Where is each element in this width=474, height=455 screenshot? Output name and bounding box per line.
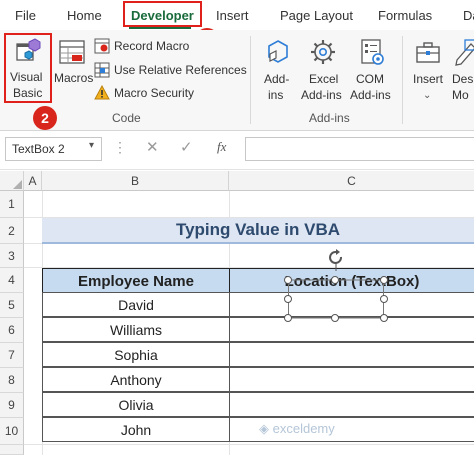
watermark-logo-icon: ◈	[259, 421, 273, 436]
table-row-employee: David	[42, 292, 230, 317]
group-separator	[402, 36, 403, 124]
com-add-ins-button[interactable]: COM Add-ins	[349, 35, 395, 105]
table-row-employee: Anthony	[42, 367, 230, 392]
design-mode-icon	[455, 39, 474, 66]
table-header-employee-name: Employee Name	[42, 268, 230, 293]
resize-handle[interactable]	[380, 276, 388, 284]
code-group-label: Code	[112, 111, 141, 125]
tab-insert[interactable]: Insert	[216, 0, 249, 30]
gridline	[24, 444, 474, 445]
enter-icon[interactable]: ✓	[180, 138, 193, 156]
chevron-down-icon: ⌄	[423, 90, 432, 101]
toolbox-icon	[416, 42, 440, 63]
watermark-text: exceldemy	[272, 421, 335, 436]
record-macro-button[interactable]: Record Macro	[94, 37, 244, 55]
design-mode-label-1: Desi	[452, 72, 474, 86]
com-add-ins-label-2: Add-ins	[350, 88, 391, 102]
macros-button[interactable]: Macros	[54, 35, 94, 101]
resize-handle[interactable]	[284, 276, 292, 284]
com-add-ins-label-1: COM	[356, 72, 384, 86]
table-row-location	[229, 367, 474, 392]
insert-label: Insert	[413, 72, 444, 86]
design-mode-label-2: Mo	[452, 88, 469, 102]
insert-function-icon[interactable]: fx	[217, 139, 226, 155]
macro-security-button[interactable]: Macro Security	[94, 84, 244, 102]
macros-label: Macros	[54, 71, 94, 85]
watermark: ◈ exceldemy	[259, 421, 335, 437]
record-macro-label: Record Macro	[114, 39, 190, 53]
macros-icon	[59, 40, 85, 64]
more-options-icon: ⋮	[113, 139, 127, 155]
macro-security-label: Macro Security	[114, 86, 195, 100]
insert-controls-button[interactable]: Insert ⌄	[408, 35, 448, 105]
tab-home[interactable]: Home	[67, 0, 102, 30]
resize-handle[interactable]	[284, 314, 292, 322]
table-row-employee: John	[42, 417, 230, 442]
tab-file[interactable]: File	[15, 0, 36, 30]
active-tab-indicator	[129, 27, 191, 29]
select-all-corner[interactable]	[0, 171, 24, 191]
table-row-location	[229, 317, 474, 342]
resize-handle[interactable]	[284, 295, 292, 303]
sheet-title: Typing Value in VBA	[42, 218, 474, 244]
visual-basic-label-1: Visual	[10, 70, 43, 84]
row-header-10[interactable]: 10	[0, 418, 24, 445]
resize-handle[interactable]	[380, 314, 388, 322]
row-header-4[interactable]: 4	[0, 268, 24, 293]
row-header-8[interactable]: 8	[0, 368, 24, 393]
use-relative-references-label: Use Relative References	[114, 63, 247, 77]
add-ins-label-2: ins	[268, 88, 284, 102]
resize-handle[interactable]	[331, 276, 339, 284]
row-header-3[interactable]: 3	[0, 244, 24, 268]
resize-handle[interactable]	[380, 295, 388, 303]
column-header-a[interactable]: A	[24, 171, 42, 191]
group-separator	[250, 36, 251, 124]
gear-icon	[311, 40, 335, 64]
row-header-1[interactable]: 1	[0, 191, 24, 218]
chevron-down-icon[interactable]: ▾	[89, 140, 94, 151]
design-mode-button[interactable]: Desi Mo	[450, 35, 474, 105]
resize-handle[interactable]	[331, 314, 339, 322]
visual-basic-label-2: Basic	[13, 86, 43, 100]
excel-add-ins-label-2: Add-ins	[301, 88, 342, 102]
tab-developer[interactable]: Developer	[123, 1, 202, 27]
row-header-9[interactable]: 9	[0, 393, 24, 418]
table-row-employee: Olivia	[42, 392, 230, 417]
add-ins-button[interactable]: Add- ins	[258, 35, 298, 105]
excel-add-ins-button[interactable]: Excel Add-ins	[300, 35, 346, 105]
name-box-value: TextBox 2	[12, 142, 65, 156]
select-all-icon	[13, 180, 22, 189]
row-header-5[interactable]: 5	[0, 293, 24, 318]
add-ins-group-label: Add-ins	[309, 111, 350, 125]
visual-basic-icon	[16, 38, 41, 61]
table-row-location	[229, 342, 474, 367]
name-box[interactable]: TextBox 2 ▾	[5, 137, 102, 161]
formula-input[interactable]	[245, 137, 474, 161]
tab-page-layout[interactable]: Page Layout	[280, 0, 353, 30]
step-2-badge: 2	[33, 106, 57, 130]
relative-references-icon	[94, 62, 110, 78]
row-header-7[interactable]: 7	[0, 343, 24, 368]
column-header-c[interactable]: C	[229, 171, 474, 191]
rotate-handle-icon[interactable]	[327, 249, 345, 271]
row-header-11[interactable]	[0, 445, 24, 455]
row-header-2[interactable]: 2	[0, 218, 24, 244]
use-relative-references-button[interactable]: Use Relative References	[94, 61, 247, 79]
menu-bar: File Home Developer Insert Page Layout F…	[0, 0, 474, 30]
table-row-employee: Williams	[42, 317, 230, 342]
tab-data[interactable]: Data	[463, 0, 474, 30]
add-ins-label-1: Add-	[264, 72, 290, 86]
table-row-employee: Sophia	[42, 342, 230, 367]
table-row-location	[229, 392, 474, 417]
row-header-6[interactable]: 6	[0, 318, 24, 343]
record-macro-icon	[94, 38, 110, 54]
visual-basic-button[interactable]: Visual Basic	[4, 33, 52, 103]
excel-add-ins-label-1: Excel	[309, 72, 339, 86]
add-ins-icon	[268, 40, 288, 63]
cancel-icon[interactable]: ✕	[146, 138, 159, 156]
com-add-ins-icon	[361, 39, 384, 65]
tab-formulas[interactable]: Formulas	[378, 0, 432, 30]
column-header-b[interactable]: B	[42, 171, 229, 191]
warning-icon	[94, 85, 110, 100]
